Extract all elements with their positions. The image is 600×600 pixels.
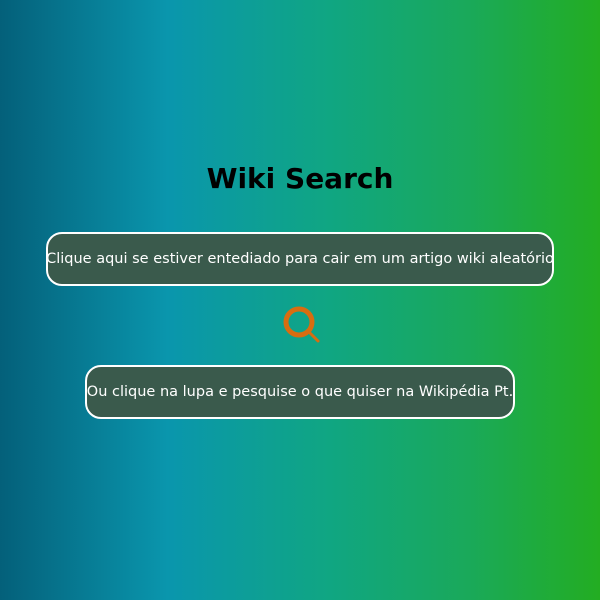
- search-hint-button[interactable]: Ou clique na lupa e pesquise o que quise…: [85, 365, 515, 419]
- search-icon[interactable]: [280, 304, 322, 346]
- search-icon-graphic: [283, 306, 320, 343]
- page-title: Wiki Search: [206, 162, 394, 195]
- random-article-button[interactable]: Clique aqui se estiver entediado para ca…: [46, 232, 554, 286]
- search-hint-label: Ou clique na lupa e pesquise o que quise…: [86, 384, 514, 400]
- random-article-label: Clique aqui se estiver entediado para ca…: [46, 251, 554, 267]
